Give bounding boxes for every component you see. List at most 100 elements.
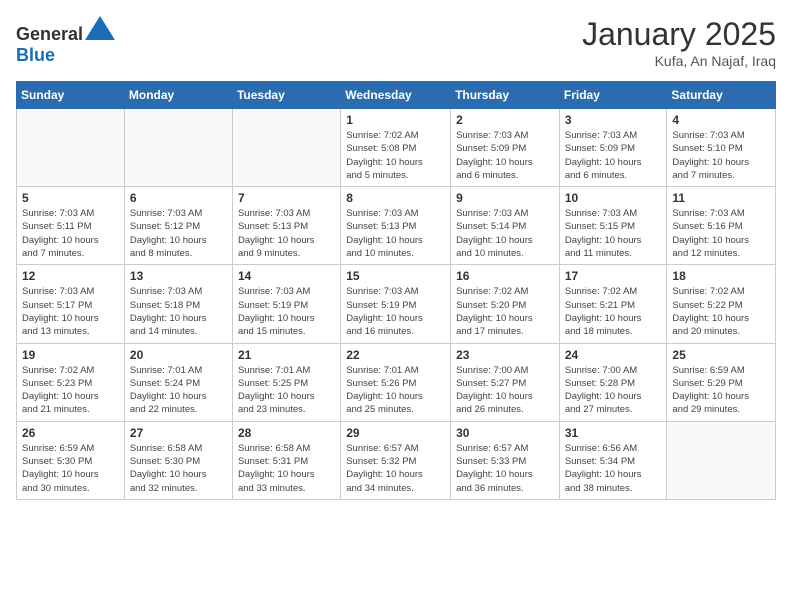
title-block: January 2025 Kufa, An Najaf, Iraq xyxy=(582,16,776,69)
calendar-cell xyxy=(17,109,125,187)
calendar-cell: 23 Sunrise: 7:00 AM Sunset: 5:27 PM Dayli… xyxy=(451,343,560,421)
calendar-cell: 13 Sunrise: 7:03 AM Sunset: 5:18 PM Dayli… xyxy=(124,265,232,343)
weekday-header: Sunday xyxy=(17,82,125,109)
day-info: Sunrise: 7:03 AM Sunset: 5:11 PM Dayligh… xyxy=(22,207,119,260)
day-info: Sunrise: 7:03 AM Sunset: 5:13 PM Dayligh… xyxy=(238,207,335,260)
day-number: 15 xyxy=(346,269,445,283)
day-info: Sunrise: 7:01 AM Sunset: 5:24 PM Dayligh… xyxy=(130,364,227,417)
location-title: Kufa, An Najaf, Iraq xyxy=(582,53,776,69)
day-number: 10 xyxy=(565,191,662,205)
day-number: 23 xyxy=(456,348,554,362)
day-number: 27 xyxy=(130,426,227,440)
calendar-table: SundayMondayTuesdayWednesdayThursdayFrid… xyxy=(16,81,776,500)
day-info: Sunrise: 7:01 AM Sunset: 5:26 PM Dayligh… xyxy=(346,364,445,417)
day-number: 19 xyxy=(22,348,119,362)
calendar-cell: 3 Sunrise: 7:03 AM Sunset: 5:09 PM Daylig… xyxy=(559,109,667,187)
logo-blue: Blue xyxy=(16,45,55,65)
calendar-cell: 8Sunrise: 7:03 AM Sunset: 5:13 PM Daylig… xyxy=(341,187,451,265)
day-number: 6 xyxy=(130,191,227,205)
day-number: 12 xyxy=(22,269,119,283)
weekday-header: Tuesday xyxy=(232,82,340,109)
day-number: 14 xyxy=(238,269,335,283)
day-info: Sunrise: 7:03 AM Sunset: 5:12 PM Dayligh… xyxy=(130,207,227,260)
day-info: Sunrise: 6:58 AM Sunset: 5:31 PM Dayligh… xyxy=(238,442,335,495)
day-info: Sunrise: 6:57 AM Sunset: 5:33 PM Dayligh… xyxy=(456,442,554,495)
day-info: Sunrise: 7:03 AM Sunset: 5:10 PM Dayligh… xyxy=(672,129,770,182)
day-info: Sunrise: 6:59 AM Sunset: 5:30 PM Dayligh… xyxy=(22,442,119,495)
week-row: 1 Sunrise: 7:02 AM Sunset: 5:08 PM Daylig… xyxy=(17,109,776,187)
calendar-cell: 14 Sunrise: 7:03 AM Sunset: 5:19 PM Dayli… xyxy=(232,265,340,343)
logo: General Blue xyxy=(16,16,115,66)
day-number: 13 xyxy=(130,269,227,283)
calendar-cell: 10 Sunrise: 7:03 AM Sunset: 5:15 PM Dayli… xyxy=(559,187,667,265)
calendar-cell: 20 Sunrise: 7:01 AM Sunset: 5:24 PM Dayli… xyxy=(124,343,232,421)
week-row: 12Sunrise: 7:03 AM Sunset: 5:17 PM Dayli… xyxy=(17,265,776,343)
calendar-cell: 29 Sunrise: 6:57 AM Sunset: 5:32 PM Dayli… xyxy=(341,421,451,499)
calendar-cell: 27Sunrise: 6:58 AM Sunset: 5:30 PM Dayli… xyxy=(124,421,232,499)
calendar-cell: 5 Sunrise: 7:03 AM Sunset: 5:11 PM Daylig… xyxy=(17,187,125,265)
day-number: 18 xyxy=(672,269,770,283)
day-info: Sunrise: 7:02 AM Sunset: 5:08 PM Dayligh… xyxy=(346,129,445,182)
calendar-cell: 30Sunrise: 6:57 AM Sunset: 5:33 PM Dayli… xyxy=(451,421,560,499)
calendar-cell: 24 Sunrise: 7:00 AM Sunset: 5:28 PM Dayli… xyxy=(559,343,667,421)
day-number: 17 xyxy=(565,269,662,283)
calendar-cell xyxy=(232,109,340,187)
weekday-header: Friday xyxy=(559,82,667,109)
day-number: 21 xyxy=(238,348,335,362)
weekday-header: Monday xyxy=(124,82,232,109)
day-number: 31 xyxy=(565,426,662,440)
calendar-cell: 19 Sunrise: 7:02 AM Sunset: 5:23 PM Dayli… xyxy=(17,343,125,421)
day-info: Sunrise: 7:03 AM Sunset: 5:09 PM Dayligh… xyxy=(565,129,662,182)
day-number: 28 xyxy=(238,426,335,440)
day-info: Sunrise: 7:01 AM Sunset: 5:25 PM Dayligh… xyxy=(238,364,335,417)
week-row: 5 Sunrise: 7:03 AM Sunset: 5:11 PM Daylig… xyxy=(17,187,776,265)
day-info: Sunrise: 7:03 AM Sunset: 5:19 PM Dayligh… xyxy=(238,285,335,338)
calendar-cell: 25Sunrise: 6:59 AM Sunset: 5:29 PM Dayli… xyxy=(667,343,776,421)
day-info: Sunrise: 7:03 AM Sunset: 5:14 PM Dayligh… xyxy=(456,207,554,260)
day-number: 24 xyxy=(565,348,662,362)
day-number: 3 xyxy=(565,113,662,127)
calendar-cell: 2 Sunrise: 7:03 AM Sunset: 5:09 PM Daylig… xyxy=(451,109,560,187)
calendar-cell: 21 Sunrise: 7:01 AM Sunset: 5:25 PM Dayli… xyxy=(232,343,340,421)
logo-general: General xyxy=(16,24,83,44)
day-number: 8 xyxy=(346,191,445,205)
month-title: January 2025 xyxy=(582,16,776,53)
day-number: 26 xyxy=(22,426,119,440)
day-info: Sunrise: 6:57 AM Sunset: 5:32 PM Dayligh… xyxy=(346,442,445,495)
calendar-cell: 1 Sunrise: 7:02 AM Sunset: 5:08 PM Daylig… xyxy=(341,109,451,187)
day-number: 16 xyxy=(456,269,554,283)
calendar-cell xyxy=(124,109,232,187)
day-info: Sunrise: 7:00 AM Sunset: 5:28 PM Dayligh… xyxy=(565,364,662,417)
day-info: Sunrise: 7:03 AM Sunset: 5:16 PM Dayligh… xyxy=(672,207,770,260)
weekday-header: Thursday xyxy=(451,82,560,109)
day-number: 29 xyxy=(346,426,445,440)
day-number: 4 xyxy=(672,113,770,127)
calendar-cell: 31Sunrise: 6:56 AM Sunset: 5:34 PM Dayli… xyxy=(559,421,667,499)
day-number: 20 xyxy=(130,348,227,362)
calendar-cell: 26 Sunrise: 6:59 AM Sunset: 5:30 PM Dayli… xyxy=(17,421,125,499)
calendar-cell: 6 Sunrise: 7:03 AM Sunset: 5:12 PM Daylig… xyxy=(124,187,232,265)
calendar-cell: 18Sunrise: 7:02 AM Sunset: 5:22 PM Dayli… xyxy=(667,265,776,343)
day-number: 5 xyxy=(22,191,119,205)
day-info: Sunrise: 7:03 AM Sunset: 5:18 PM Dayligh… xyxy=(130,285,227,338)
day-info: Sunrise: 7:03 AM Sunset: 5:09 PM Dayligh… xyxy=(456,129,554,182)
day-info: Sunrise: 7:03 AM Sunset: 5:15 PM Dayligh… xyxy=(565,207,662,260)
day-info: Sunrise: 7:03 AM Sunset: 5:19 PM Dayligh… xyxy=(346,285,445,338)
weekday-header: Wednesday xyxy=(341,82,451,109)
calendar-cell xyxy=(667,421,776,499)
day-number: 1 xyxy=(346,113,445,127)
calendar-cell: 16 Sunrise: 7:02 AM Sunset: 5:20 PM Dayli… xyxy=(451,265,560,343)
calendar-cell: 12Sunrise: 7:03 AM Sunset: 5:17 PM Dayli… xyxy=(17,265,125,343)
day-info: Sunrise: 7:00 AM Sunset: 5:27 PM Dayligh… xyxy=(456,364,554,417)
day-info: Sunrise: 7:02 AM Sunset: 5:20 PM Dayligh… xyxy=(456,285,554,338)
day-number: 2 xyxy=(456,113,554,127)
calendar-cell: 9Sunrise: 7:03 AM Sunset: 5:14 PM Daylig… xyxy=(451,187,560,265)
day-info: Sunrise: 6:59 AM Sunset: 5:29 PM Dayligh… xyxy=(672,364,770,417)
weekday-header: Saturday xyxy=(667,82,776,109)
day-info: Sunrise: 7:02 AM Sunset: 5:23 PM Dayligh… xyxy=(22,364,119,417)
day-number: 7 xyxy=(238,191,335,205)
page-header: General Blue January 2025 Kufa, An Najaf… xyxy=(16,16,776,69)
week-row: 19 Sunrise: 7:02 AM Sunset: 5:23 PM Dayli… xyxy=(17,343,776,421)
calendar-cell: 28 Sunrise: 6:58 AM Sunset: 5:31 PM Dayli… xyxy=(232,421,340,499)
calendar-cell: 7 Sunrise: 7:03 AM Sunset: 5:13 PM Daylig… xyxy=(232,187,340,265)
